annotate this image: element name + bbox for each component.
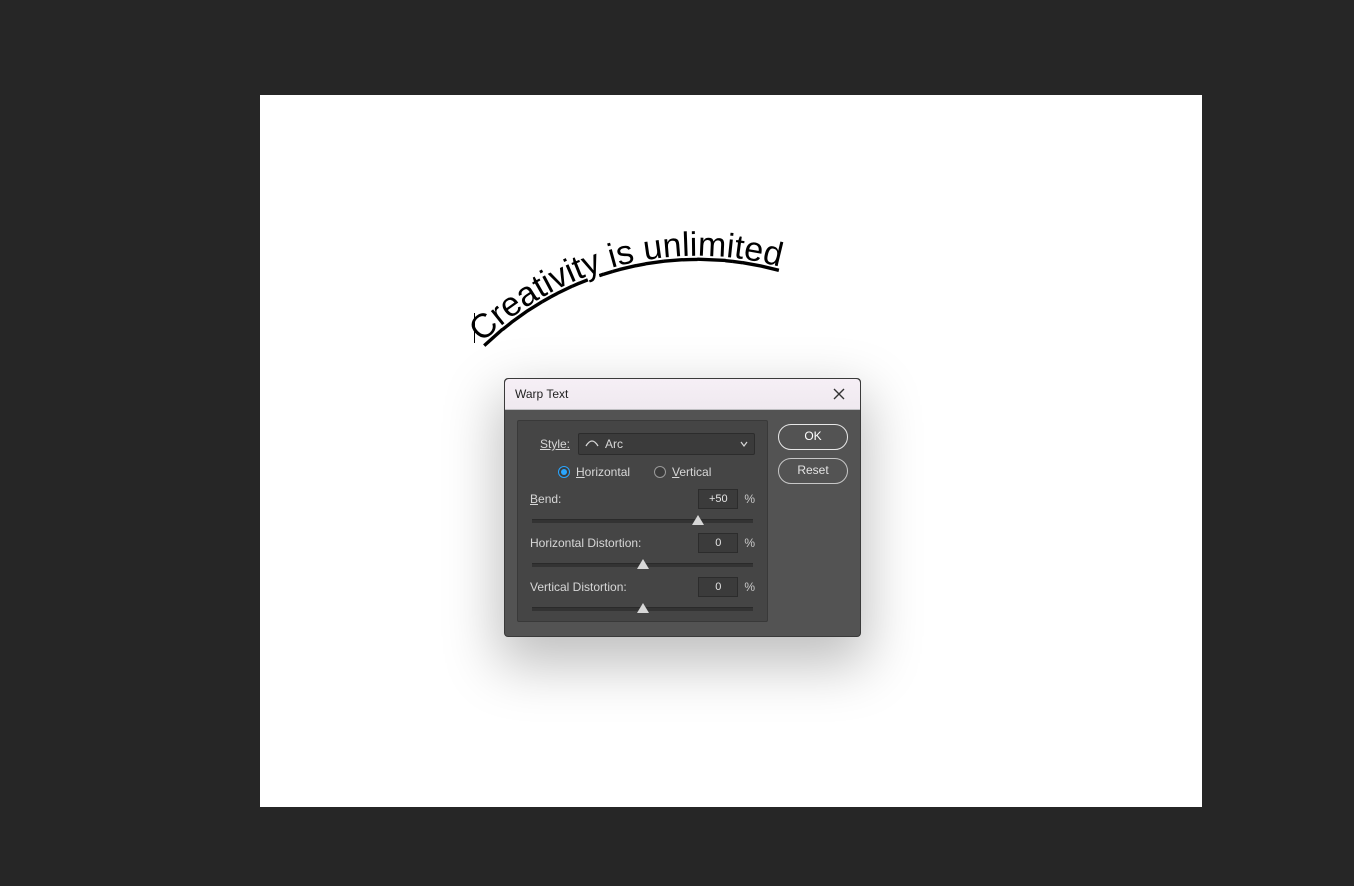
ok-button[interactable]: OK	[778, 424, 848, 450]
percent-label: %	[744, 492, 755, 506]
style-dropdown[interactable]: Arc	[578, 433, 755, 455]
reset-button[interactable]: Reset	[778, 458, 848, 484]
hdist-value-input[interactable]: 0	[698, 533, 738, 553]
orientation-vertical-label: Vertical	[672, 465, 711, 479]
chevron-down-icon	[740, 437, 748, 451]
dialog-title-text: Warp Text	[515, 379, 568, 409]
text-caret	[474, 313, 475, 343]
vdist-label: Vertical Distortion:	[530, 580, 698, 594]
orientation-horizontal-option[interactable]: Horizontal	[558, 465, 630, 479]
bend-control: Bend: +50 %	[530, 489, 755, 523]
vdist-control: Vertical Distortion: 0 %	[530, 577, 755, 611]
warp-text-dialog: Warp Text Style: Arc	[504, 378, 861, 637]
orientation-horizontal-label: Horizontal	[576, 465, 630, 479]
bend-label: Bend:	[530, 492, 698, 506]
dialog-options-panel: Style: Arc Horizontal	[517, 420, 768, 622]
svg-text:Creativity is unlimited: Creativity is unlimited	[462, 225, 787, 348]
bend-slider[interactable]	[532, 519, 753, 523]
arc-icon	[585, 437, 599, 451]
hdist-label: Horizontal Distortion:	[530, 536, 698, 550]
style-value: Arc	[605, 437, 623, 451]
warped-text-content: Creativity is unlimited	[462, 225, 787, 348]
hdist-slider[interactable]	[532, 563, 753, 567]
slider-thumb-icon[interactable]	[692, 515, 704, 525]
bend-value-input[interactable]: +50	[698, 489, 738, 509]
dialog-titlebar[interactable]: Warp Text	[505, 379, 860, 410]
hdist-control: Horizontal Distortion: 0 %	[530, 533, 755, 567]
warped-text-layer[interactable]: Creativity is unlimited	[260, 95, 1202, 395]
close-icon[interactable]	[828, 383, 850, 405]
style-label: Style:	[530, 437, 570, 451]
slider-thumb-icon[interactable]	[637, 559, 649, 569]
percent-label: %	[744, 536, 755, 550]
radio-unselected-icon	[654, 466, 666, 478]
radio-selected-icon	[558, 466, 570, 478]
orientation-vertical-option[interactable]: Vertical	[654, 465, 711, 479]
vdist-value-input[interactable]: 0	[698, 577, 738, 597]
slider-thumb-icon[interactable]	[637, 603, 649, 613]
vdist-slider[interactable]	[532, 607, 753, 611]
percent-label: %	[744, 580, 755, 594]
